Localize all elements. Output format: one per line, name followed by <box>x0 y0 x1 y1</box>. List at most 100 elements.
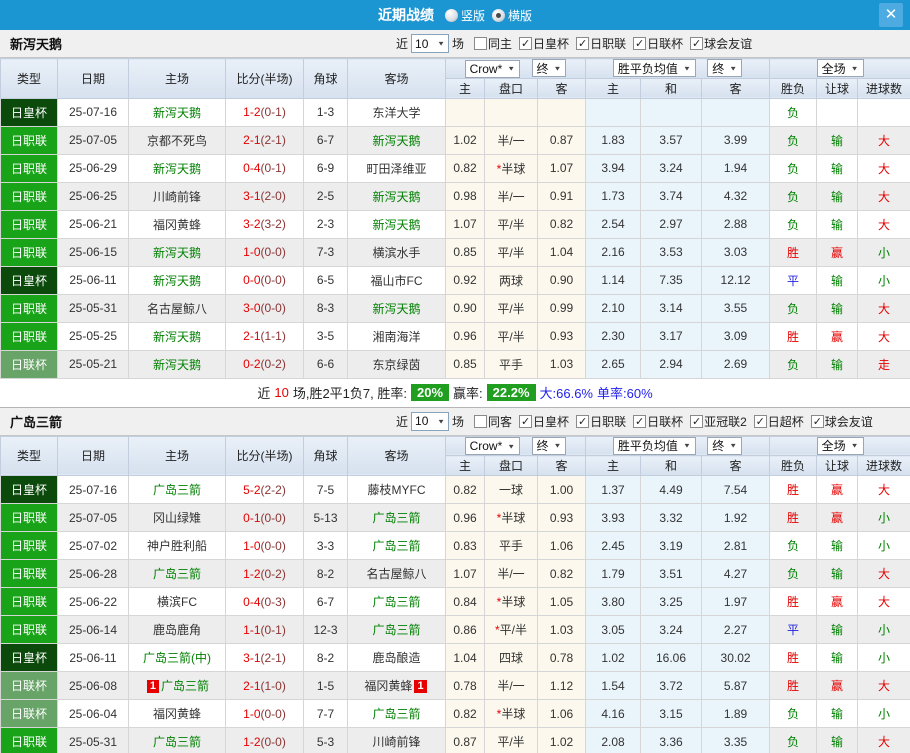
crow-away-odds: 0.78 <box>536 643 587 672</box>
match-scope-select[interactable]: 全场 ▼ <box>816 59 864 78</box>
match-row: 日职联 25-06-29 新泻天鹅 0-4(0-1) 6-9 町田泽维亚 0.82 *半球 1.… <box>0 153 910 183</box>
matches-table-2: 类型 日期 主场 比分(半场) 角球 客场 Crow* ▼ 终 ▼ 胜平负均值 ▼ 终… <box>0 435 910 753</box>
close-button[interactable]: ✕ <box>879 3 903 27</box>
odds-group-header: Crow* ▼ 终 ▼ <box>444 58 587 79</box>
odds-stage-select[interactable]: 终 ▼ <box>531 59 567 77</box>
avg-stage-select[interactable]: 终 ▼ <box>707 59 743 78</box>
away-team: 广岛三箭 <box>347 503 446 532</box>
avg-away-odds: 2.81 <box>701 531 771 560</box>
result-goals: 大 <box>857 475 910 504</box>
odds-company-select[interactable]: Crow* ▼ <box>464 59 521 78</box>
layout-radio-horizontal[interactable]: 横版 <box>492 7 532 24</box>
match-row: 日皇杯 25-06-11 广岛三箭(中) 3-1(2-1) 8-2 鹿岛酿造 1.04 四球 0… <box>0 643 910 672</box>
league-filter-checkbox[interactable]: ✓ <box>633 37 647 50</box>
away-team-name: 东洋大学 <box>372 105 421 120</box>
avg-away-odds: 30.02 <box>701 643 771 672</box>
corner-score: 12-3 <box>303 615 348 644</box>
crow-away-odds: 1.06 <box>536 699 587 728</box>
score: 1-0(0-0) <box>225 531 304 560</box>
league-type-badge: 日皇杯 <box>0 97 58 127</box>
home-team-name: 横滨FC <box>157 595 197 609</box>
crow-handicap: *半球 <box>484 587 538 616</box>
crow-handicap: 平/半 <box>484 727 538 753</box>
league-filter-checkbox[interactable]: ✓ <box>633 414 647 428</box>
odds-group-header: Crow* ▼ 终 ▼ <box>444 435 587 456</box>
league-type-badge: 日皇杯 <box>0 475 58 504</box>
halftime-score: (0-0) <box>260 734 286 749</box>
summary-segment: 大:66.6% <box>539 386 593 401</box>
crow-home-odds: 0.78 <box>445 671 485 700</box>
match-scope-select[interactable]: 全场 ▼ <box>816 436 864 455</box>
match-date: 25-07-16 <box>57 475 129 504</box>
result-goals: 小 <box>857 699 910 728</box>
crow-away-odds: 1.00 <box>536 475 587 504</box>
layout-radio-vertical[interactable]: 竖版 <box>444 7 485 24</box>
league-filter-checkbox[interactable]: ✓ <box>810 414 824 428</box>
crow-away-odds: 0.82 <box>536 559 587 588</box>
fulltime-score: 3-1 <box>243 650 261 665</box>
match-row: 日职联 25-07-05 京都不死鸟 2-1(2-1) 6-7 新泻天鹅 1.02 半/一 0.… <box>0 125 910 155</box>
wdl-average-select[interactable]: 胜平负均值 ▼ <box>612 59 696 78</box>
avg-away-odds: 7.54 <box>701 475 771 504</box>
away-team-name: 福山市FC <box>370 273 423 288</box>
home-team: 川崎前锋 <box>128 181 226 211</box>
home-team: 神户胜利船 <box>128 531 226 560</box>
wdl-average-select[interactable]: 胜平负均值 ▼ <box>612 436 696 455</box>
fulltime-score: 3-1 <box>243 189 261 203</box>
match-row: 日联杯 25-05-21 新泻天鹅 0-2(0-2) 6-6 东京绿茵 0.85 平手 1.03… <box>0 349 910 379</box>
mutual-filter-checkbox[interactable] <box>474 37 488 50</box>
summary-segment: 20% <box>410 384 450 401</box>
mutual-filter-checkbox[interactable] <box>474 414 488 428</box>
result-goals: 小 <box>857 503 910 532</box>
avg-stage-select[interactable]: 终 ▼ <box>707 436 743 455</box>
result-handicap: 输 <box>816 265 859 295</box>
avg-away-odds: 4.32 <box>701 181 771 211</box>
avg-home-odds: 1.54 <box>585 671 642 700</box>
league-type-badge: 日职联 <box>0 587 58 616</box>
crow-home-odds: 1.07 <box>445 559 485 588</box>
match-row: 日职联 25-07-05 冈山绿雉 0-1(0-0) 5-13 广岛三箭 0.96 *半球 0.… <box>0 503 910 532</box>
league-type-badge: 日职联 <box>0 321 58 351</box>
league-filter-checkbox[interactable]: ✓ <box>576 37 590 50</box>
section-head-1: 新泻天鹅 近 10 ▼ 场同主 ✓ 日皇杯 ✓ 日职联 ✓ 日联杯 ✓ 球会友谊 <box>0 30 910 58</box>
recent-count-select[interactable]: 10 ▼ <box>411 34 450 53</box>
avg-draw-odds: 4.49 <box>640 475 703 504</box>
result-handicap: 赢 <box>816 587 859 616</box>
league-filter-checkbox[interactable]: ✓ <box>519 414 533 428</box>
col-header-type: 类型 <box>0 435 58 476</box>
result-wdl: 平 <box>769 265 818 295</box>
league-filter-checkbox[interactable]: ✓ <box>519 37 533 50</box>
result-wdl: 负 <box>769 293 818 323</box>
league-filter-label: 日超杯 <box>767 414 804 429</box>
odds-stage-value: 终 <box>536 61 549 76</box>
result-handicap: 赢 <box>816 321 859 351</box>
handicap-text: 平/半 <box>497 301 525 316</box>
avg-draw-odds: 3.74 <box>640 181 703 211</box>
league-filter-checkbox[interactable]: ✓ <box>690 414 704 428</box>
score: 2-1(1-1) <box>225 321 304 351</box>
league-filter-checkbox[interactable]: ✓ <box>753 414 767 428</box>
result-handicap: 输 <box>816 153 859 183</box>
odds-company-select[interactable]: Crow* ▼ <box>464 437 521 455</box>
result-goals: 小 <box>857 615 910 644</box>
corner-score: 7-5 <box>303 475 348 504</box>
crow-home-odds: 0.85 <box>445 237 485 267</box>
recent-count-select[interactable]: 10 ▼ <box>411 411 450 431</box>
league-filter-checkbox[interactable]: ✓ <box>576 414 590 428</box>
subcol-avg-home: 主 <box>585 455 642 476</box>
odds-stage-select[interactable]: 终 ▼ <box>531 436 567 455</box>
fulltime-score: 1-0 <box>243 706 261 721</box>
avg-draw-odds: 3.53 <box>640 237 703 267</box>
chevron-down-icon: ▼ <box>553 441 562 450</box>
home-team-name: 广岛三箭 <box>161 679 210 693</box>
away-team: 横滨水手 <box>347 237 446 267</box>
crow-home-odds: 0.96 <box>445 321 485 351</box>
summary-segment: 赢率: <box>453 386 483 401</box>
home-team: 广岛三箭 <box>128 559 226 588</box>
result-goals: 大 <box>857 181 910 211</box>
fulltime-score: 5-2 <box>243 482 261 497</box>
fulltime-score: 0-4 <box>243 594 261 609</box>
close-icon: ✕ <box>884 6 898 23</box>
result-handicap: 输 <box>816 349 859 379</box>
league-filter-checkbox[interactable]: ✓ <box>690 37 704 50</box>
